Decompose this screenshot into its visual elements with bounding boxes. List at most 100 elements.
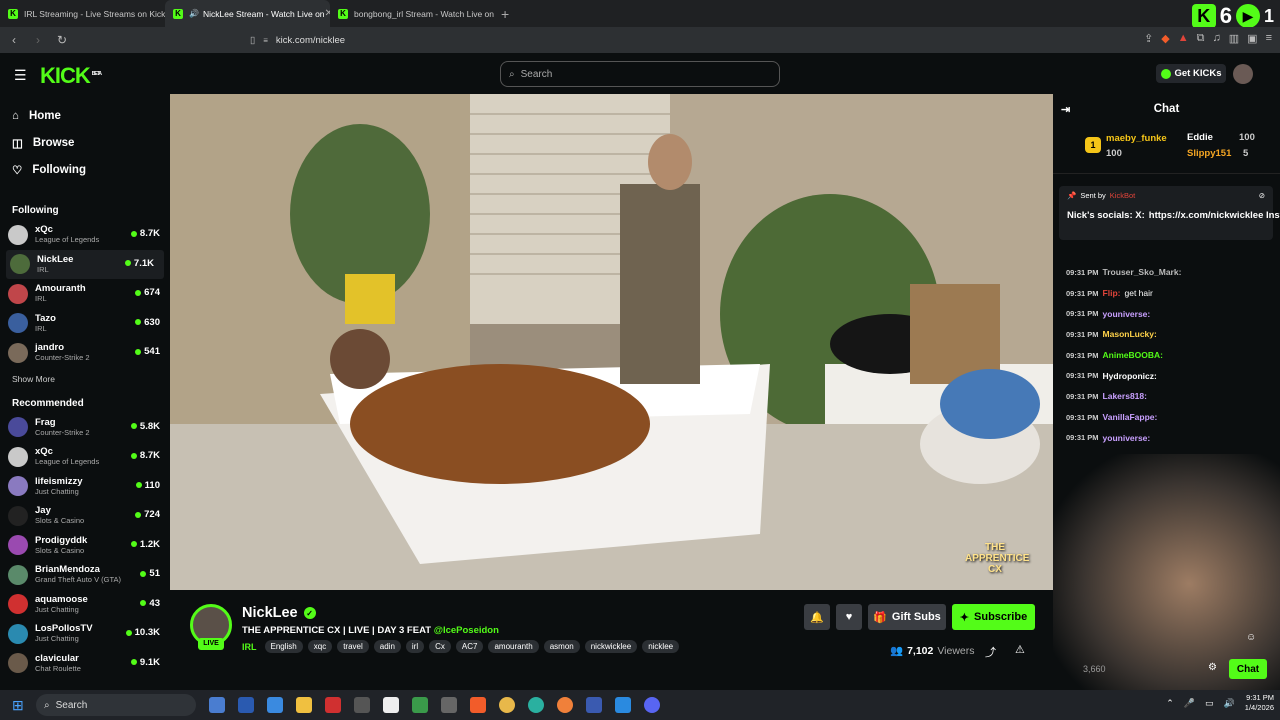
app-icon-6[interactable] xyxy=(354,697,370,713)
tab-bongbong[interactable]: Kbongbong_irl Stream - Watch Live on xyxy=(330,0,495,27)
chat-username[interactable]: Lakers818: xyxy=(1103,391,1147,401)
streamer-name[interactable]: NickLee xyxy=(242,605,298,621)
tag-nickwicklee[interactable]: nickwicklee xyxy=(584,640,638,653)
tag-cx[interactable]: Cx xyxy=(429,640,451,653)
channel-item[interactable]: NickLee IRL 7.1K xyxy=(6,249,164,279)
chat-username[interactable]: Flip: xyxy=(1103,288,1121,298)
gift-subs-button[interactable]: 🎁 Gift Subs xyxy=(868,604,946,630)
edge-icon[interactable] xyxy=(528,697,544,713)
discord-icon[interactable] xyxy=(644,697,660,713)
collapse-chat-icon[interactable]: ⇥ xyxy=(1061,103,1070,116)
follow-button[interactable]: ♥ xyxy=(836,604,862,630)
chat-username[interactable]: MasonLucky: xyxy=(1103,329,1157,339)
channel-item[interactable]: LosPollosTV Just Chatting 10.3K xyxy=(0,619,170,649)
report-icon[interactable]: ⚠ xyxy=(1015,643,1025,656)
new-tab-button[interactable]: + xyxy=(495,6,515,22)
chat-username[interactable]: Hydroponicz: xyxy=(1103,371,1157,381)
url-field[interactable]: ▯ ≡ kick.com/nicklee xyxy=(250,31,992,49)
mic-icon[interactable]: 🎤 xyxy=(1184,698,1195,709)
unpin-icon[interactable]: ⊘ xyxy=(1259,191,1265,200)
video-player[interactable]: THE APPRENTICE CX xyxy=(170,94,1053,590)
hamburger-menu-icon[interactable]: ☰ xyxy=(14,67,27,84)
leader-1-name[interactable]: maeby_funke xyxy=(1106,133,1167,144)
windows-start-icon[interactable]: ⊞ xyxy=(12,697,24,714)
site-info-icon[interactable]: ≡ xyxy=(263,36,268,45)
channel-item[interactable]: aquamoose Just Chatting 43 xyxy=(0,590,170,620)
app-icon-5[interactable] xyxy=(325,697,341,713)
mention-link[interactable]: @IcePoseidon xyxy=(434,625,499,636)
chat-username[interactable]: youniverse: xyxy=(1103,309,1151,319)
chat-username[interactable]: youniverse: xyxy=(1103,433,1151,443)
app-icon-7[interactable] xyxy=(383,697,399,713)
rewards-icon[interactable]: ▲ xyxy=(1178,32,1189,45)
wallet-icon[interactable]: ▣ xyxy=(1247,32,1257,45)
tab-irl-streaming[interactable]: K IRL Streaming - Live Streams on Kick xyxy=(0,0,165,27)
app-icon-2[interactable] xyxy=(238,697,254,713)
file-explorer-icon[interactable] xyxy=(296,697,312,713)
tag-xqc[interactable]: xqc xyxy=(307,640,333,653)
tab-nicklee[interactable]: K 🔊 NickLee Stream - Watch Live on ✕ xyxy=(165,0,330,27)
channel-item[interactable]: lifeismizzy Just Chatting 110 xyxy=(0,472,170,502)
reload-icon[interactable]: ↻ xyxy=(52,33,72,47)
tag-asmon[interactable]: asmon xyxy=(543,640,580,653)
share-icon[interactable]: ⇪ xyxy=(1144,32,1153,45)
tag-adin[interactable]: adin xyxy=(373,640,401,653)
tag-ac7[interactable]: AC7 xyxy=(455,640,484,653)
notify-button[interactable]: 🔔 xyxy=(804,604,830,630)
extensions-icon[interactable]: ⧉ xyxy=(1197,32,1205,45)
network-icon[interactable]: ▭ xyxy=(1205,698,1214,709)
chat-username[interactable]: AnimeBOOBA: xyxy=(1103,350,1163,360)
nav-following[interactable]: ♡ Following xyxy=(12,156,158,183)
get-kicks-button[interactable]: Get KICKs xyxy=(1156,64,1226,83)
channel-item[interactable]: xQc League of Legends 8.7K xyxy=(0,220,170,250)
channel-item[interactable]: xQc League of Legends 8.7K xyxy=(0,442,170,472)
app-icon-3[interactable] xyxy=(267,697,283,713)
send-chat-button[interactable]: Chat xyxy=(1229,659,1267,679)
chat-username[interactable]: VanillaFappe: xyxy=(1103,412,1158,422)
show-more-link[interactable]: Show More xyxy=(0,368,170,384)
leader-2-name[interactable]: Eddie xyxy=(1187,132,1213,143)
vscode-icon[interactable] xyxy=(615,697,631,713)
kick-logo[interactable]: KICK BETA xyxy=(40,63,102,89)
taskbar-search[interactable]: ⌕ Search xyxy=(36,694,196,716)
pinned-message[interactable]: 📌 Sent by KickBot ⊘ Nick's socials: X: https… xyxy=(1059,186,1280,240)
settings-icon[interactable]: ⚙ xyxy=(1208,662,1217,673)
forward-icon[interactable]: › xyxy=(28,33,48,47)
app-icon-9[interactable] xyxy=(441,697,457,713)
tag-travel[interactable]: travel xyxy=(337,640,369,653)
firefox-icon[interactable] xyxy=(557,697,573,713)
channel-item[interactable]: Tazo IRL 630 xyxy=(0,309,170,339)
app-icon-1[interactable] xyxy=(209,697,225,713)
tag-nicklee[interactable]: nicklee xyxy=(642,640,680,653)
brave-icon[interactable] xyxy=(470,697,486,713)
bookmark-icon[interactable]: ▯ xyxy=(250,35,255,46)
leader-3-name[interactable]: Slippy151 xyxy=(1187,148,1231,159)
search-input[interactable]: ⌕ Search xyxy=(500,61,780,87)
tag-english[interactable]: English xyxy=(264,640,303,653)
nav-browse[interactable]: ◫ Browse xyxy=(12,129,158,156)
tag-irl[interactable]: irl xyxy=(405,640,425,653)
channel-item[interactable]: Frag Counter-Strike 2 5.8K xyxy=(0,413,170,443)
tag-amouranth[interactable]: amouranth xyxy=(488,640,539,653)
tray-chevron-icon[interactable]: ⌃ xyxy=(1166,698,1174,709)
chrome-icon[interactable] xyxy=(499,697,515,713)
music-icon[interactable]: ♫ xyxy=(1213,32,1221,45)
volume-icon[interactable]: 🔊 xyxy=(1224,698,1235,709)
channel-item[interactable]: BrianMendoza Grand Theft Auto V (GTA) 51 xyxy=(0,560,170,590)
nav-home[interactable]: ⌂ Home xyxy=(12,102,158,129)
back-icon[interactable]: ‹ xyxy=(4,33,24,47)
channel-item[interactable]: clavicular Chat Roulette 9.1K xyxy=(0,649,170,679)
channel-item[interactable]: Jay Slots & Casino 724 xyxy=(0,501,170,531)
sidebar-toggle-icon[interactable]: ▥ xyxy=(1229,32,1239,45)
chat-username[interactable]: Trouser_Sko_Mark: xyxy=(1103,267,1182,277)
subscribe-button[interactable]: ✦ Subscribe xyxy=(952,604,1035,630)
share-icon[interactable]: ⤴ xyxy=(985,644,996,660)
emoji-icon[interactable]: ☺ xyxy=(1246,632,1256,643)
app-icon-8[interactable] xyxy=(412,697,428,713)
brave-shield-icon[interactable]: ◆ xyxy=(1161,32,1169,45)
clock[interactable]: 9:31 PM 1/4/2026 xyxy=(1245,693,1274,713)
app-icon-14[interactable] xyxy=(586,697,602,713)
channel-item[interactable]: Amouranth IRL 674 xyxy=(0,279,170,309)
channel-item[interactable]: Prodigyddk Slots & Casino 1.2K xyxy=(0,531,170,561)
channel-item[interactable]: jandro Counter-Strike 2 541 xyxy=(0,338,170,368)
